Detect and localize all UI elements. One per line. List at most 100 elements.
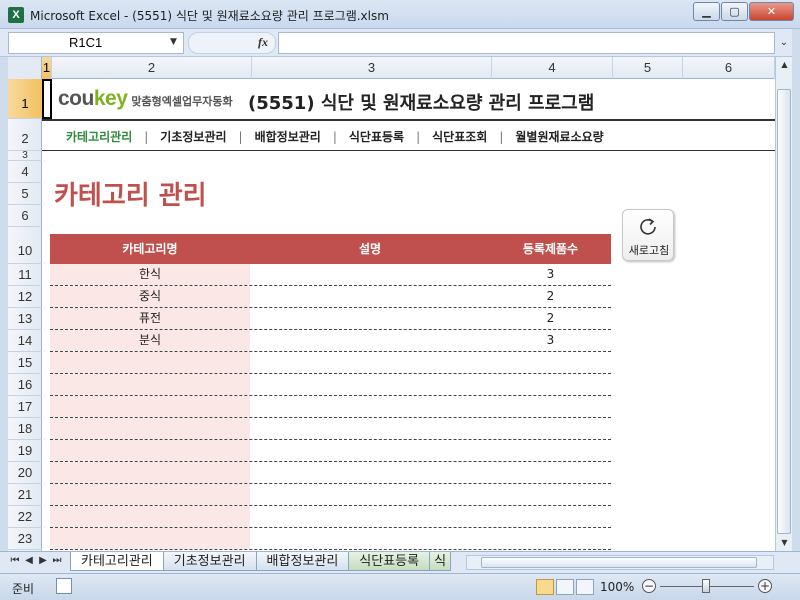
- column-header[interactable]: 3: [252, 57, 492, 79]
- refresh-button[interactable]: 새로고침: [622, 209, 674, 261]
- tab-category[interactable]: 카테고리관리: [70, 552, 164, 571]
- cell-count[interactable]: 3: [490, 330, 611, 351]
- row-header[interactable]: 13: [8, 308, 42, 330]
- cell-name[interactable]: [50, 462, 250, 483]
- expand-formula-icon[interactable]: ⌄: [776, 32, 792, 54]
- formula-input[interactable]: [278, 32, 775, 54]
- cell-desc[interactable]: [250, 308, 490, 329]
- select-all-corner[interactable]: [8, 57, 42, 79]
- maximize-button[interactable]: ▢: [721, 2, 748, 21]
- cell-name[interactable]: [50, 484, 250, 505]
- scroll-down-icon[interactable]: ▼: [776, 535, 793, 550]
- row-header[interactable]: 12: [8, 286, 42, 308]
- cell-count[interactable]: 2: [490, 308, 611, 329]
- cell-count[interactable]: [490, 506, 611, 527]
- page-layout-view-icon[interactable]: [556, 579, 574, 595]
- cell-desc[interactable]: [250, 418, 490, 439]
- cell-desc[interactable]: [250, 528, 490, 549]
- cell-desc[interactable]: [250, 462, 490, 483]
- cell-count[interactable]: [490, 374, 611, 395]
- zoom-slider-thumb[interactable]: [702, 579, 710, 593]
- cell-name[interactable]: [50, 506, 250, 527]
- tab-basic-info[interactable]: 기초정보관리: [162, 552, 257, 571]
- cell-desc[interactable]: [250, 396, 490, 417]
- cell-count[interactable]: [490, 440, 611, 461]
- cell-name[interactable]: 분식: [50, 330, 250, 351]
- row-header[interactable]: 11: [8, 264, 42, 286]
- vertical-scrollbar[interactable]: ▲ ▼: [775, 57, 792, 551]
- table-row[interactable]: [50, 418, 611, 440]
- cell-count[interactable]: [490, 462, 611, 483]
- row-header[interactable]: 22: [8, 506, 42, 528]
- row-header[interactable]: 19: [8, 440, 42, 462]
- column-header[interactable]: 4: [492, 57, 613, 79]
- cell-name[interactable]: [50, 528, 250, 549]
- cell-name[interactable]: 중식: [50, 286, 250, 307]
- table-row[interactable]: 중식 2: [50, 286, 611, 308]
- cell-count[interactable]: [490, 396, 611, 417]
- row-header[interactable]: 14: [8, 330, 42, 352]
- row-header[interactable]: 6: [8, 205, 42, 227]
- row-header[interactable]: 1: [8, 79, 42, 119]
- column-header[interactable]: 6: [683, 57, 775, 79]
- cell-desc[interactable]: [250, 506, 490, 527]
- cell-count[interactable]: 3: [490, 264, 611, 285]
- row-header[interactable]: 16: [8, 374, 42, 396]
- nav-item-basic-info[interactable]: 기초정보관리: [160, 128, 226, 145]
- cell-name[interactable]: [50, 418, 250, 439]
- row-header[interactable]: 20: [8, 462, 42, 484]
- table-row[interactable]: 한식 3: [50, 264, 611, 286]
- cell-desc[interactable]: [250, 374, 490, 395]
- row-header[interactable]: 17: [8, 396, 42, 418]
- row-header[interactable]: 15: [8, 352, 42, 374]
- minimize-button[interactable]: ▁: [693, 2, 720, 21]
- table-row[interactable]: [50, 396, 611, 418]
- cell-name[interactable]: 한식: [50, 264, 250, 285]
- table-row[interactable]: [50, 528, 611, 550]
- insert-function-icon[interactable]: fx: [258, 35, 268, 50]
- table-row[interactable]: [50, 374, 611, 396]
- cell-name[interactable]: 퓨전: [50, 308, 250, 329]
- zoom-out-icon[interactable]: −: [642, 579, 656, 593]
- column-header[interactable]: 5: [613, 57, 683, 79]
- row-header[interactable]: 3: [8, 151, 42, 161]
- row-header[interactable]: 21: [8, 484, 42, 506]
- prev-sheet-icon[interactable]: ◀: [22, 555, 36, 566]
- name-box[interactable]: R1C1: [8, 32, 184, 54]
- column-header[interactable]: 2: [52, 57, 252, 79]
- cell-name[interactable]: [50, 374, 250, 395]
- nav-item-menu-view[interactable]: 식단표조회: [432, 128, 487, 145]
- cell-desc[interactable]: [250, 330, 490, 351]
- next-sheet-icon[interactable]: ▶: [36, 555, 50, 566]
- tab-menu-register[interactable]: 식단표등록: [348, 552, 431, 571]
- cell-count[interactable]: [490, 418, 611, 439]
- cell-count[interactable]: [490, 484, 611, 505]
- macro-record-icon[interactable]: [56, 578, 72, 594]
- table-row[interactable]: 퓨전 2: [50, 308, 611, 330]
- vertical-scroll-thumb[interactable]: [777, 89, 791, 534]
- cell-desc[interactable]: [250, 286, 490, 307]
- cell-name[interactable]: [50, 440, 250, 461]
- cell-count[interactable]: [490, 352, 611, 373]
- row-header[interactable]: 2: [8, 119, 42, 151]
- column-header[interactable]: 1: [42, 57, 52, 79]
- page-break-view-icon[interactable]: [576, 579, 594, 595]
- cell-desc[interactable]: [250, 484, 490, 505]
- chevron-down-icon[interactable]: ▼: [170, 37, 177, 47]
- table-row[interactable]: [50, 484, 611, 506]
- horizontal-scroll-thumb[interactable]: [481, 557, 757, 568]
- scroll-up-icon[interactable]: ▲: [776, 57, 793, 72]
- cell-count[interactable]: [490, 528, 611, 549]
- normal-view-icon[interactable]: [536, 579, 554, 595]
- row-header[interactable]: 4: [8, 161, 42, 183]
- nav-item-recipe[interactable]: 배합정보관리: [255, 128, 321, 145]
- row-header[interactable]: 18: [8, 418, 42, 440]
- row-header[interactable]: 10: [8, 227, 42, 264]
- cell-name[interactable]: [50, 352, 250, 373]
- last-sheet-icon[interactable]: ⏭: [50, 555, 64, 566]
- table-row[interactable]: [50, 440, 611, 462]
- zoom-in-icon[interactable]: +: [758, 579, 772, 593]
- nav-item-menu-register[interactable]: 식단표등록: [349, 128, 404, 145]
- cell-desc[interactable]: [250, 264, 490, 285]
- tab-partial[interactable]: 식: [429, 552, 452, 571]
